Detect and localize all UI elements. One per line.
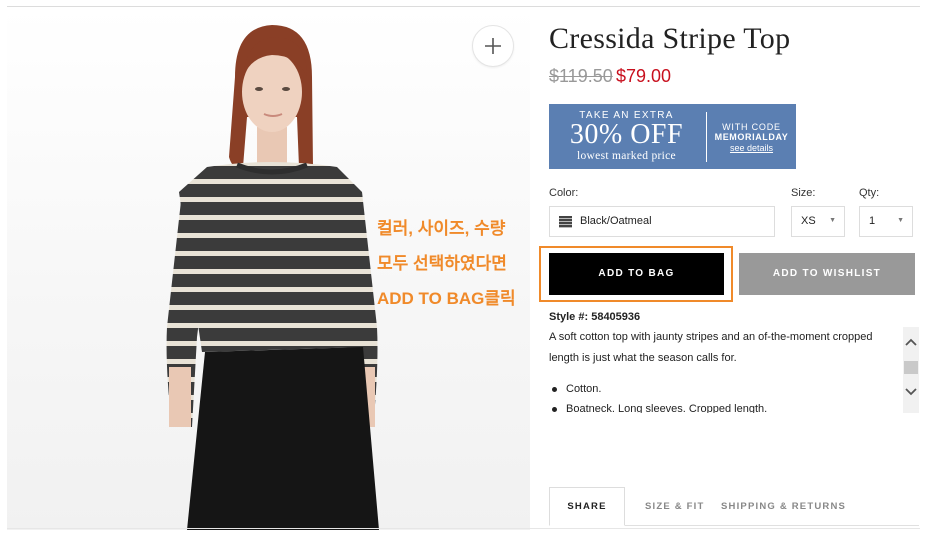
size-select[interactable]: XS ▼ [791, 206, 845, 237]
promo-details-link[interactable]: see details [707, 143, 796, 153]
zoom-button[interactable] [472, 25, 514, 67]
annotation-line1: 컬러, 사이즈, 수량 [377, 219, 506, 238]
sale-price: $79.00 [616, 66, 672, 86]
color-label: Color: [549, 187, 579, 199]
chevron-down-icon: ▼ [829, 217, 836, 224]
chevron-down-icon: ▼ [897, 217, 904, 224]
qty-label: Qty: [859, 187, 880, 199]
scroll-thumb[interactable] [904, 361, 918, 374]
style-value: 58405936 [591, 311, 641, 323]
bottom-divider [7, 528, 920, 529]
description-text: A soft cotton top with jaunty stripes an… [549, 331, 873, 364]
feature-list: Cotton. Boatneck. Long sleeves. Cropped … [549, 379, 900, 413]
annotation-line3: ADD TO BAG클릭 [377, 289, 516, 308]
qty-value: 1 [869, 215, 876, 227]
description-panel[interactable]: A soft cotton top with jaunty stripes an… [549, 327, 900, 413]
size-label: Size: [791, 187, 816, 199]
description-scrollbar[interactable] [903, 327, 919, 413]
color-select[interactable]: Black/Oatmeal [549, 206, 775, 237]
list-item: Cotton. [549, 379, 900, 399]
style-number: Style #: 58405936 [549, 311, 640, 323]
scroll-down-icon[interactable] [903, 385, 919, 397]
tab-size-fit[interactable]: SIZE & FIT [645, 487, 705, 526]
promo-code: MEMORIALDAY [714, 132, 789, 142]
color-value: Black/Oatmeal [580, 215, 652, 227]
annotation-line2: 모두 선택하였다면 [377, 254, 507, 273]
promo-code-label: WITH CODE [722, 122, 781, 132]
color-swatch [559, 216, 572, 228]
qty-select[interactable]: 1 ▼ [859, 206, 913, 237]
add-to-wishlist-button[interactable]: ADD TO WISHLIST [739, 253, 915, 295]
product-title: Cressida Stripe Top [549, 22, 791, 55]
promo-discount: 30% OFF [569, 119, 684, 150]
tab-shipping-returns[interactable]: SHIPPING & RETURNS [721, 487, 846, 526]
size-value: XS [801, 215, 816, 227]
style-label: Style #: [549, 311, 589, 323]
list-item: Boatneck. Long sleeves. Cropped length. [549, 399, 900, 413]
add-to-bag-button[interactable]: ADD TO BAG [549, 253, 724, 295]
scroll-up-icon[interactable] [903, 335, 919, 347]
original-price: $119.50 [549, 66, 613, 86]
promo-banner[interactable]: TAKE AN EXTRA 30% OFF lowest marked pric… [549, 104, 796, 169]
promo-line3: lowest marked price [577, 150, 676, 162]
tab-share[interactable]: SHARE [549, 487, 625, 526]
plus-icon [485, 38, 501, 54]
